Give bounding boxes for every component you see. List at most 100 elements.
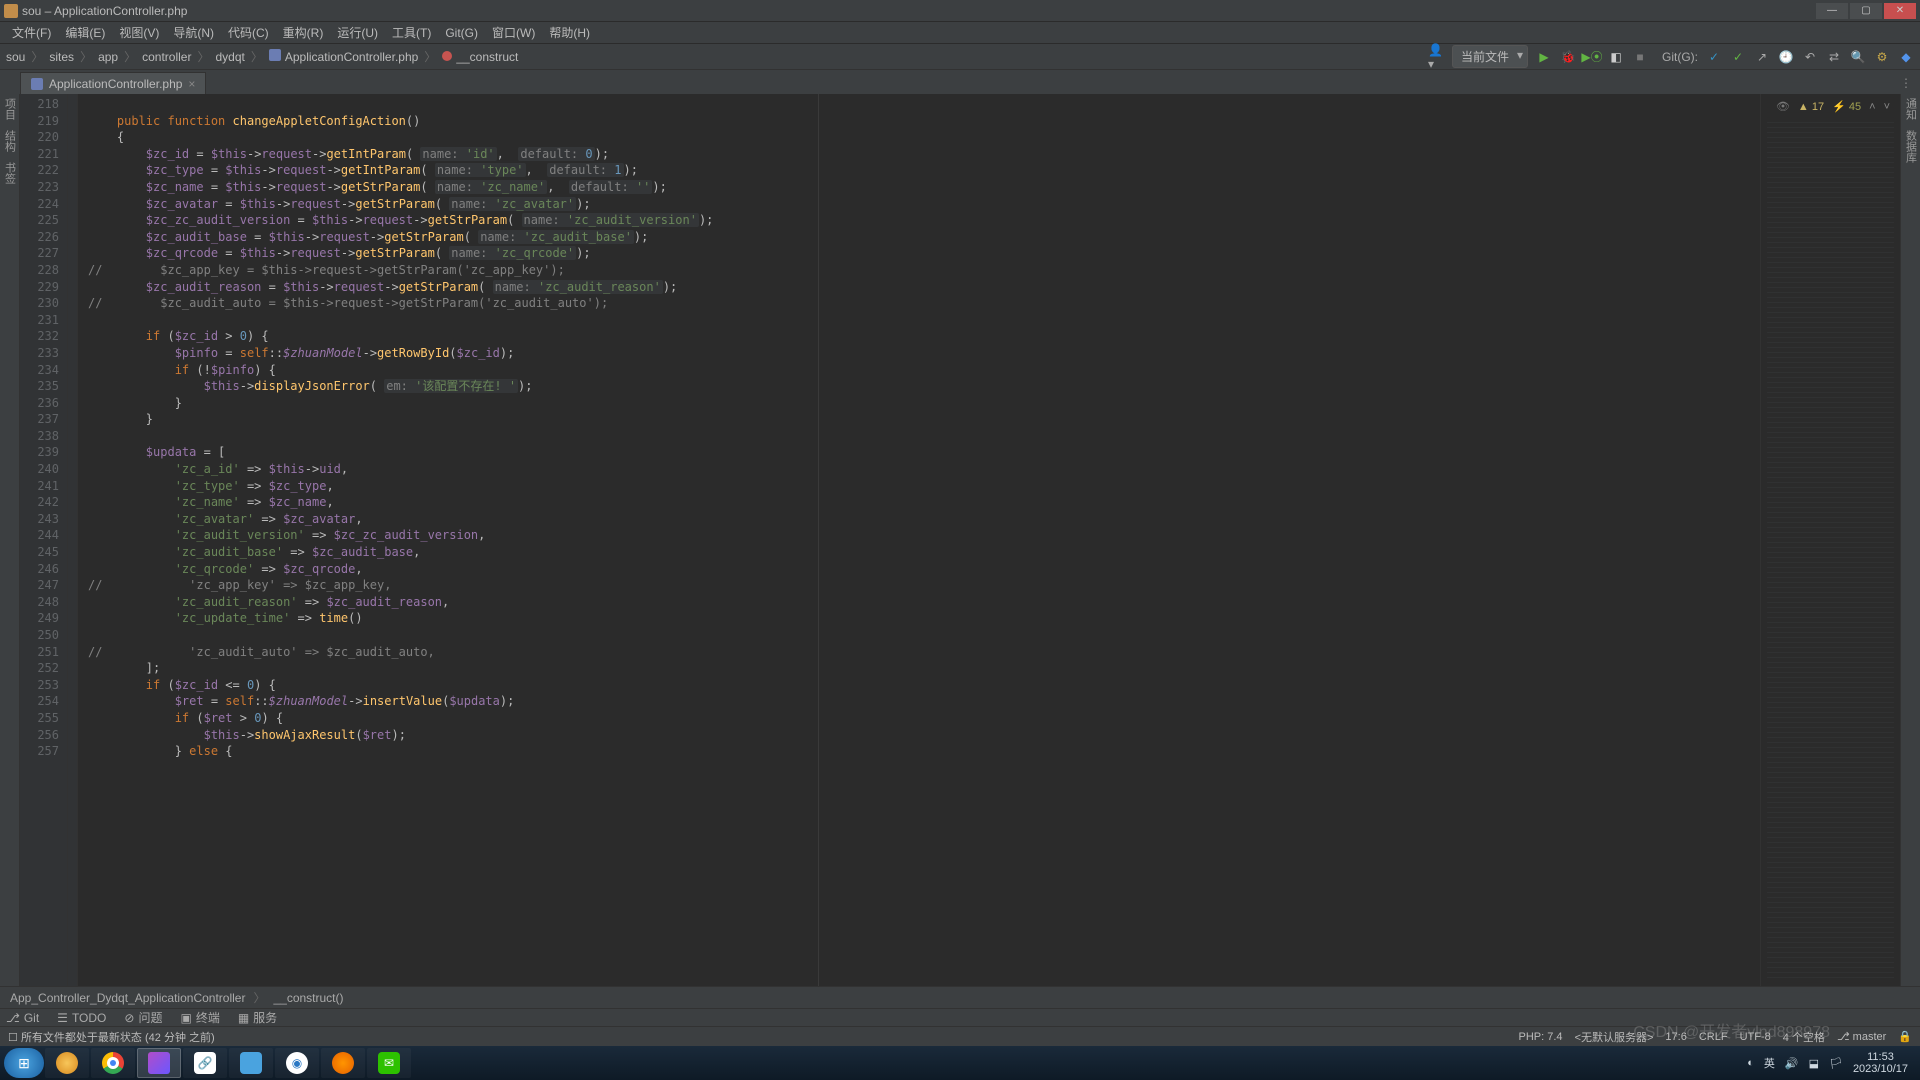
run-config-select[interactable]: 当前文件 [1452, 45, 1528, 68]
breadcrumb-item[interactable]: ApplicationController.php [269, 49, 418, 64]
menu-item[interactable]: 视图(V) [113, 22, 165, 43]
left-tool-strip: 项目结构书签 [0, 94, 20, 986]
status-branch[interactable]: ⎇ master [1837, 1030, 1886, 1043]
tray-network-icon[interactable]: ⬓ [1809, 1057, 1819, 1070]
code-with-me-icon[interactable]: ⇄ [1826, 49, 1842, 65]
taskbar-firefox[interactable] [321, 1048, 365, 1078]
app-icon [4, 4, 18, 18]
breadcrumb-item[interactable]: sou [6, 50, 25, 64]
menu-item[interactable]: 代码(C) [222, 22, 275, 43]
tray-icon[interactable]: ◐ [1747, 1057, 1754, 1069]
next-highlight-icon[interactable]: ˅ [1884, 101, 1890, 113]
debug-icon[interactable]: 🐞 [1560, 49, 1576, 65]
tab-label: ApplicationController.php [49, 77, 182, 91]
minimize-button[interactable]: — [1816, 3, 1848, 19]
breadcrumb-item[interactable]: sites [49, 50, 74, 64]
stop-icon[interactable]: ■ [1632, 49, 1648, 65]
side-notifications[interactable]: 通知 [1903, 98, 1919, 120]
right-margin-guide [818, 94, 819, 986]
maximize-button[interactable]: ▢ [1850, 3, 1882, 19]
status-lock-icon[interactable]: 🔒 [1898, 1030, 1912, 1043]
window-titlebar: sou – ApplicationController.php — ▢ ✕ [0, 0, 1920, 22]
tray-time[interactable]: 11:53 [1853, 1051, 1908, 1063]
close-button[interactable]: ✕ [1884, 3, 1916, 19]
taskbar-app-1[interactable] [45, 1048, 89, 1078]
tab-options-icon[interactable]: ⋮ [1892, 72, 1920, 94]
git-rollback-icon[interactable]: ↶ [1802, 49, 1818, 65]
menu-item[interactable]: Git(G) [439, 24, 484, 42]
run-icon[interactable]: ▶ [1536, 49, 1552, 65]
right-tool-strip: 通知 数据库 [1900, 94, 1920, 986]
breadcrumb-item[interactable]: __construct [442, 50, 518, 64]
menu-item[interactable]: 编辑(E) [59, 22, 111, 43]
toolwin-todo[interactable]: ☰ TODO [57, 1011, 106, 1025]
menu-item[interactable]: 文件(F) [6, 22, 57, 43]
start-button[interactable]: ⊞ [4, 1048, 44, 1078]
taskbar-phpstorm[interactable] [137, 1048, 181, 1078]
taskbar-app-6[interactable]: ◉ [275, 1048, 319, 1078]
menu-item[interactable]: 窗口(W) [486, 22, 541, 43]
toolwin-problems[interactable]: ⊘ 问题 [124, 1009, 162, 1026]
tray-flag-icon[interactable]: 🏳 [1829, 1057, 1843, 1070]
side-tab[interactable]: 项目 [2, 98, 18, 120]
taskbar-chrome[interactable] [91, 1048, 135, 1078]
status-indent[interactable]: 4 个空格 [1783, 1029, 1825, 1045]
status-message: 所有文件都处于最新状态 (42 分钟 之前) [21, 1032, 215, 1044]
tray-sound-icon[interactable]: 🔊 [1785, 1057, 1799, 1070]
git-history-icon[interactable]: 🕘 [1778, 49, 1794, 65]
menu-item[interactable]: 工具(T) [386, 22, 437, 43]
git-commit-icon[interactable]: ✓ [1730, 49, 1746, 65]
inspections-eye-icon[interactable]: 👁 [1776, 100, 1790, 113]
status-php[interactable]: PHP: 7.4 [1519, 1031, 1563, 1043]
menu-item[interactable]: 运行(U) [331, 22, 384, 43]
side-tab[interactable]: 书签 [2, 162, 18, 184]
taskbar-wechat[interactable]: ✉ [367, 1048, 411, 1078]
window-title: sou – ApplicationController.php [22, 4, 187, 18]
warnings-badge[interactable]: ▲ 17 [1798, 101, 1824, 113]
settings-icon[interactable]: ⚙ [1874, 49, 1890, 65]
tray-date[interactable]: 2023/10/17 [1853, 1063, 1908, 1075]
search-icon[interactable]: 🔍 [1850, 49, 1866, 65]
minimap[interactable] [1767, 118, 1894, 980]
toolwin-services[interactable]: ▦ 服务 [238, 1009, 277, 1026]
breadcrumb-method[interactable]: __construct() [273, 991, 343, 1005]
breadcrumb-class[interactable]: App_Controller_Dydqt_ApplicationControll… [10, 991, 245, 1005]
menu-item[interactable]: 帮助(H) [543, 22, 596, 43]
breadcrumb-item[interactable]: app [98, 50, 118, 64]
toolwin-git[interactable]: ⎇ Git [6, 1011, 39, 1025]
tab-application-controller[interactable]: ApplicationController.php × [20, 72, 206, 94]
close-tab-icon[interactable]: × [188, 77, 195, 91]
profile-icon[interactable]: ◧ [1608, 49, 1624, 65]
menu-bar: 文件(F)编辑(E)视图(V)导航(N)代码(C)重构(R)运行(U)工具(T)… [0, 22, 1920, 44]
learn-icon[interactable]: ◆ [1898, 49, 1914, 65]
menu-item[interactable]: 重构(R) [277, 22, 330, 43]
system-tray[interactable]: ◐ 英 🔊 ⬓ 🏳 11:53 2023/10/17 [1747, 1051, 1916, 1075]
breadcrumb-item[interactable]: controller [142, 50, 191, 64]
taskbar-app-5[interactable] [229, 1048, 273, 1078]
code-editor[interactable]: public function changeAppletConfigAction… [78, 94, 1760, 986]
side-tab[interactable]: 结构 [2, 130, 18, 152]
editor-tabs: ApplicationController.php × ⋮ [0, 70, 1920, 94]
status-server[interactable]: <无默认服务器> [1575, 1029, 1654, 1045]
coverage-icon[interactable]: ▶⦿ [1584, 49, 1600, 65]
line-gutter: 2182192202212222232242252262272282292302… [20, 94, 68, 986]
main-area: 项目结构书签 218219220221222223224225226227228… [0, 94, 1920, 986]
user-icon[interactable]: 👤▾ [1428, 49, 1444, 65]
taskbar-app-4[interactable]: 🔗 [183, 1048, 227, 1078]
tray-ime[interactable]: 英 [1764, 1055, 1775, 1071]
navigation-bar: sou〉sites〉app〉controller〉dydqt〉Applicati… [0, 44, 1920, 70]
fold-gutter[interactable] [68, 94, 78, 986]
side-database[interactable]: 数据库 [1903, 130, 1919, 163]
breadcrumb[interactable]: sou〉sites〉app〉controller〉dydqt〉Applicati… [6, 48, 518, 65]
status-eol[interactable]: CRLF [1699, 1031, 1728, 1043]
breadcrumb-item[interactable]: dydqt [216, 50, 245, 64]
weak-warnings-badge[interactable]: ⚡ 45 [1832, 100, 1861, 113]
structure-breadcrumb[interactable]: App_Controller_Dydqt_ApplicationControll… [0, 986, 1920, 1008]
menu-item[interactable]: 导航(N) [167, 22, 220, 43]
prev-highlight-icon[interactable]: ˄ [1869, 101, 1875, 113]
status-caret-pos[interactable]: 17:6 [1665, 1031, 1686, 1043]
git-push-icon[interactable]: ↗ [1754, 49, 1770, 65]
status-encoding[interactable]: UTF-8 [1740, 1031, 1771, 1043]
git-update-icon[interactable]: ✓ [1706, 49, 1722, 65]
toolwin-terminal[interactable]: ▣ 终端 [180, 1009, 219, 1026]
